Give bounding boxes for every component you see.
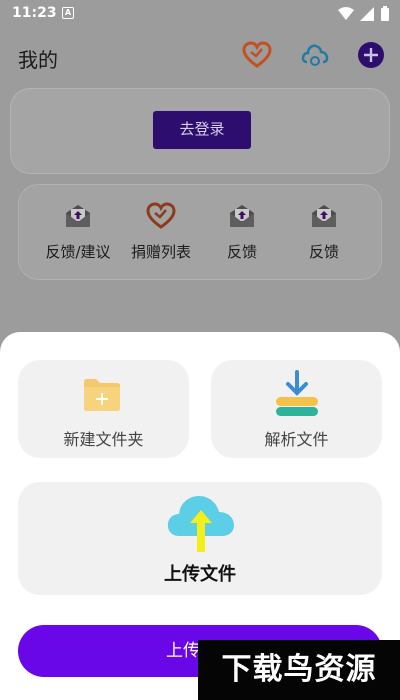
menu-item-label: 反馈/建议 [45, 243, 111, 261]
mail-upload-icon [66, 205, 90, 227]
folder-add-icon [84, 379, 120, 411]
menu-item-label: 反馈 [226, 243, 257, 261]
menu-card: 反馈/建议 捐赠列表 反馈 反馈 [18, 184, 382, 280]
a-icon: A [62, 7, 74, 19]
page-title: 我的 [18, 48, 58, 72]
parse-file-label: 解析文件 [264, 430, 329, 449]
heart-icon [146, 202, 176, 229]
cloud-sync-icon[interactable] [300, 40, 330, 70]
mail-upload-icon [312, 205, 336, 227]
status-bar: 11:23 A [0, 0, 400, 28]
menu-item-feedback[interactable]: 反馈 [197, 201, 287, 262]
battery-icon [381, 6, 389, 21]
heart-icon[interactable] [242, 40, 272, 70]
parse-file-tile[interactable]: 解析文件 [211, 360, 382, 458]
upload-tile-label: 上传文件 [164, 564, 236, 585]
system-icons [338, 6, 390, 22]
add-icon[interactable] [356, 40, 386, 70]
cloud-upload-icon [167, 496, 234, 552]
watermark: 下载鸟资源 [198, 640, 400, 700]
new-folder-label: 新建文件夹 [63, 430, 144, 449]
menu-item-feedback-2[interactable]: 反馈 [279, 201, 369, 262]
wifi-icon [338, 7, 354, 20]
status-time: 11:23 [12, 5, 57, 21]
menu-item-label: 捐赠列表 [130, 243, 191, 261]
upload-file-tile[interactable]: 上传文件 [18, 482, 382, 595]
menu-item-feedback-suggestion[interactable]: 反馈/建议 [33, 201, 123, 262]
header: 我的 [0, 36, 400, 80]
download-stack-icon [276, 370, 318, 416]
menu-item-donation-list[interactable]: 捐赠列表 [116, 201, 206, 262]
signal-icon [360, 7, 374, 21]
login-card: 去登录 [10, 88, 390, 174]
new-folder-tile[interactable]: 新建文件夹 [18, 360, 189, 458]
mail-upload-icon [230, 205, 254, 227]
menu-item-label: 反馈 [308, 243, 339, 261]
login-button[interactable]: 去登录 [153, 111, 251, 149]
